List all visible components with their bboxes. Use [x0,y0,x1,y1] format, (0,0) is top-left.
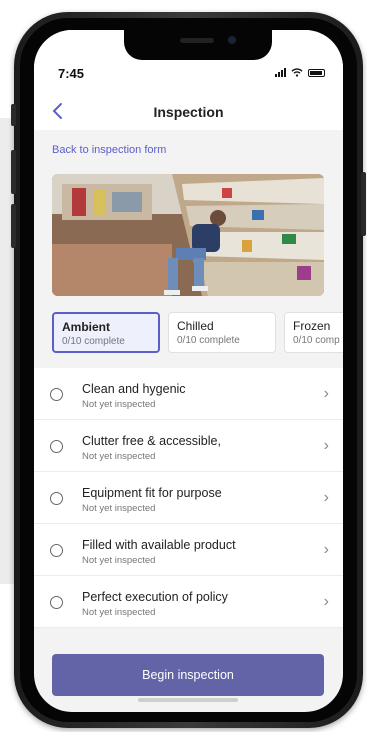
volume-down-button [11,204,16,248]
item-status: Not yet inspected [82,607,156,618]
item-title: Clean and hygenic [82,382,186,396]
radio-button[interactable] [50,544,63,557]
item-status: Not yet inspected [82,399,156,410]
tab-progress: 0/10 complete [62,336,125,347]
tab-progress: 0/10 complete [177,335,240,346]
status-icons [275,68,325,77]
battery-icon [308,68,325,77]
wifi-icon [291,68,303,77]
list-item[interactable]: Clean and hygenic Not yet inspected › [34,368,343,420]
item-status: Not yet inspected [82,503,156,514]
cellular-signal-icon [275,68,286,77]
tab-ambient[interactable]: Ambient 0/10 complete [52,312,160,353]
list-item[interactable]: Filled with available product Not yet in… [34,524,343,576]
front-camera [228,36,236,44]
item-title: Perfect execution of policy [82,590,228,604]
list-item[interactable]: Equipment fit for purpose Not yet inspec… [34,472,343,524]
back-to-form-link[interactable]: Back to inspection form [52,144,166,156]
tab-chilled[interactable]: Chilled 0/10 complete [168,312,276,353]
power-button [361,172,366,236]
item-title: Equipment fit for purpose [82,486,222,500]
chevron-right-icon: › [323,437,329,454]
home-indicator [138,698,238,702]
tab-frozen[interactable]: Frozen 0/10 comp [284,312,343,353]
tab-label: Chilled [177,319,214,333]
speaker-grille [180,38,214,43]
list-item[interactable]: Clutter free & accessible, Not yet inspe… [34,420,343,472]
item-title: Clutter free & accessible, [82,434,221,448]
chevron-right-icon: › [323,593,329,610]
app-screen: 7:45 Inspection Back to inspection form … [34,30,343,712]
tab-label: Frozen [293,319,331,333]
screenshot-stage: 7:45 Inspection Back to inspection form … [0,0,367,732]
inspection-checklist: Clean and hygenic Not yet inspected › Cl… [34,368,343,628]
list-item[interactable]: Perfect execution of policy Not yet insp… [34,576,343,628]
mute-switch [11,104,16,126]
category-tabs: Ambient 0/10 complete Chilled 0/10 compl… [52,312,343,353]
tab-label: Ambient [62,320,110,334]
phone-frame: 7:45 Inspection Back to inspection form … [11,12,366,728]
store-aisle-photo [52,174,324,296]
chevron-right-icon: › [323,541,329,558]
item-title: Filled with available product [82,538,236,552]
notch [124,30,272,60]
status-time: 7:45 [58,66,85,81]
volume-up-button [11,150,16,194]
chevron-right-icon: › [323,489,329,506]
item-status: Not yet inspected [82,451,156,462]
item-status: Not yet inspected [82,555,156,566]
tab-progress: 0/10 comp [293,335,340,346]
begin-inspection-button[interactable]: Begin inspection [52,654,324,696]
radio-button[interactable] [50,492,63,505]
chevron-right-icon: › [323,385,329,402]
radio-button[interactable] [50,388,63,401]
page-title: Inspection [153,104,224,120]
radio-button[interactable] [50,596,63,609]
radio-button[interactable] [50,440,63,453]
